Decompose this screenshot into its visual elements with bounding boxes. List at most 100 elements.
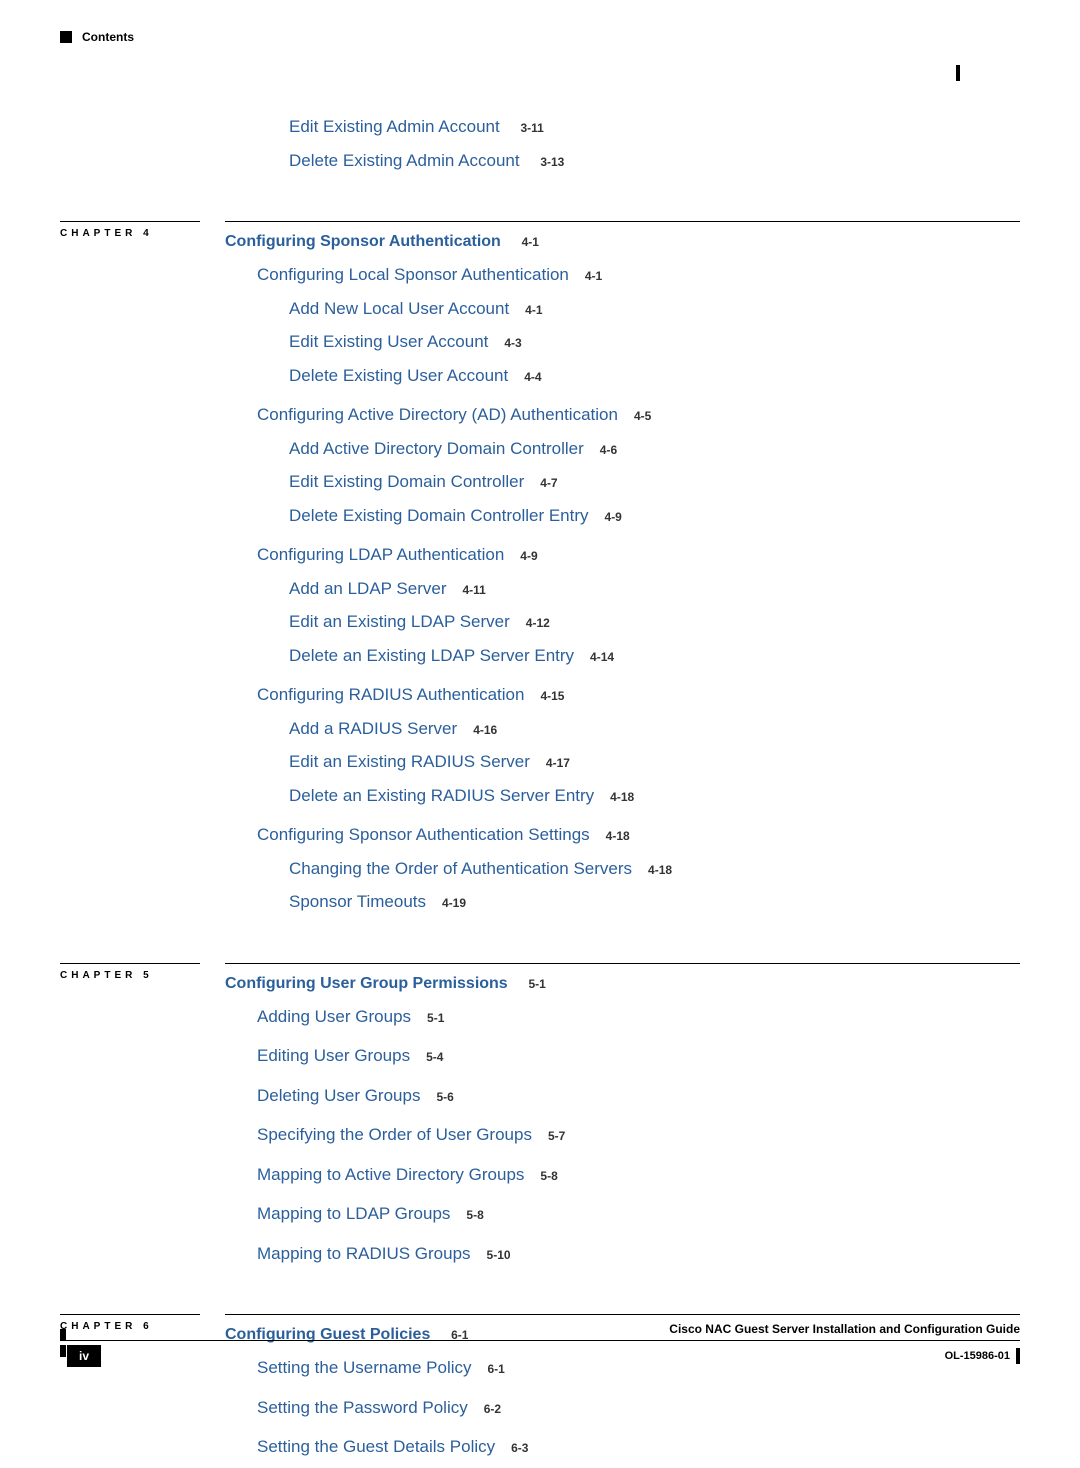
toc-entry: Add a RADIUS Server 4-16 bbox=[289, 716, 1020, 742]
toc-link[interactable]: Delete Existing Domain Controller Entry bbox=[289, 506, 589, 525]
toc-link[interactable]: Delete an Existing LDAP Server Entry bbox=[289, 646, 574, 665]
footer-title-row: Cisco NAC Guest Server Installation and … bbox=[60, 1320, 1020, 1341]
toc-page: 4-5 bbox=[634, 409, 651, 423]
toc-link[interactable]: Delete an Existing RADIUS Server Entry bbox=[289, 786, 594, 805]
footer-left-tick-icon bbox=[60, 1345, 66, 1357]
prelude-spacer bbox=[60, 114, 200, 181]
doc-id-group: OL-15986-01 bbox=[945, 1348, 1020, 1364]
toc-page: 4-9 bbox=[520, 549, 537, 563]
toc-page: 4-18 bbox=[610, 790, 634, 804]
toc-entry: Add New Local User Account 4-1 bbox=[289, 296, 1020, 322]
chapter-5-content: Configuring User Group Permissions 5-1 A… bbox=[225, 963, 1020, 1275]
toc-page: 4-11 bbox=[463, 583, 486, 597]
toc-page: 4-12 bbox=[526, 616, 550, 630]
toc-link[interactable]: Edit an Existing RADIUS Server bbox=[289, 752, 530, 771]
toc-link[interactable]: Adding User Groups bbox=[257, 1007, 411, 1026]
header-square-icon bbox=[60, 31, 72, 43]
toc-entry: Mapping to Active Directory Groups 5-8 bbox=[257, 1162, 1020, 1188]
toc-page: 4-18 bbox=[606, 829, 630, 843]
header-label: Contents bbox=[82, 30, 134, 44]
toc-link[interactable]: Delete Existing Admin Account bbox=[289, 151, 520, 170]
chapter-title-entry: Configuring User Group Permissions 5-1 bbox=[225, 970, 1020, 996]
toc-link[interactable]: Delete Existing User Account bbox=[289, 366, 508, 385]
toc-page: 4-3 bbox=[504, 336, 521, 350]
chapter-title-page: 4-1 bbox=[522, 235, 539, 249]
toc-link[interactable]: Add Active Directory Domain Controller bbox=[289, 439, 584, 458]
toc-entry: Delete an Existing RADIUS Server Entry 4-… bbox=[289, 783, 1020, 809]
toc-link[interactable]: Configuring Active Directory (AD) Authen… bbox=[257, 405, 618, 424]
toc-link[interactable]: Edit an Existing LDAP Server bbox=[289, 612, 510, 631]
toc-link[interactable]: Configuring RADIUS Authentication bbox=[257, 685, 524, 704]
toc-link[interactable]: Add an LDAP Server bbox=[289, 579, 447, 598]
toc-link[interactable]: Mapping to Active Directory Groups bbox=[257, 1165, 524, 1184]
toc-link[interactable]: Sponsor Timeouts bbox=[289, 892, 426, 911]
toc-link[interactable]: Edit Existing Admin Account bbox=[289, 117, 500, 136]
toc-page: 3-13 bbox=[540, 155, 564, 169]
toc-link[interactable]: Add a RADIUS Server bbox=[289, 719, 457, 738]
footer: Cisco NAC Guest Server Installation and … bbox=[60, 1320, 1020, 1367]
toc-link[interactable]: Configuring Sponsor Authentication Setti… bbox=[257, 825, 590, 844]
toc-entry: Configuring Local Sponsor Authentication… bbox=[257, 262, 1020, 288]
toc-link[interactable]: Specifying the Order of User Groups bbox=[257, 1125, 532, 1144]
toc-entry: Edit an Existing LDAP Server 4-12 bbox=[289, 609, 1020, 635]
toc-link[interactable]: Configuring LDAP Authentication bbox=[257, 545, 504, 564]
toc-page: 4-17 bbox=[546, 756, 570, 770]
chapter-4-content: Configuring Sponsor Authentication 4-1 C… bbox=[225, 221, 1020, 923]
toc-entry: Adding User Groups5-1 bbox=[257, 1004, 1020, 1030]
toc-entry: Configuring RADIUS Authentication4-15 bbox=[257, 682, 1020, 708]
page-number-badge: iv bbox=[60, 1345, 101, 1367]
toc-entry: Configuring LDAP Authentication 4-9 bbox=[257, 542, 1020, 568]
toc-entry: Delete an Existing LDAP Server Entry 4-14 bbox=[289, 643, 1020, 669]
toc-page: 5-6 bbox=[436, 1090, 453, 1104]
chapter-5-label: CHAPTER 5 bbox=[60, 963, 200, 1275]
footer-title: Cisco NAC Guest Server Installation and … bbox=[669, 1322, 1020, 1336]
toc-page: 4-14 bbox=[590, 650, 614, 664]
toc-entry: Add an LDAP Server 4-11 bbox=[289, 576, 1020, 602]
chapter-5-block: CHAPTER 5 Configuring User Group Permiss… bbox=[60, 963, 1020, 1275]
toc-entry: Edit Existing Admin Account 3-11 bbox=[289, 114, 1020, 140]
chapter-title-page: 5-1 bbox=[528, 977, 545, 991]
footer-bottom: iv OL-15986-01 bbox=[60, 1345, 1020, 1367]
toc-entry: Setting the Password Policy 6-2 bbox=[257, 1395, 1020, 1421]
footer-title-tick-icon bbox=[60, 1329, 66, 1341]
toc-entry: Edit Existing Domain Controller4-7 bbox=[289, 469, 1020, 495]
header-bar: Contents bbox=[60, 30, 1020, 44]
toc-link[interactable]: Changing the Order of Authentication Ser… bbox=[289, 859, 632, 878]
doc-id: OL-15986-01 bbox=[945, 1350, 1010, 1362]
toc-page: 4-16 bbox=[473, 723, 497, 737]
toc-entry: Configuring Sponsor Authentication Setti… bbox=[257, 822, 1020, 848]
toc-page: 5-7 bbox=[548, 1129, 565, 1143]
toc-link[interactable]: Setting the Guest Details Policy bbox=[257, 1437, 495, 1456]
toc-link[interactable]: Deleting User Groups bbox=[257, 1086, 420, 1105]
toc-entry: Changing the Order of Authentication Ser… bbox=[289, 856, 1020, 882]
toc-link[interactable]: Configuring Local Sponsor Authentication bbox=[257, 265, 569, 284]
toc-page: 4-9 bbox=[605, 510, 622, 524]
toc-link[interactable]: Edit Existing User Account bbox=[289, 332, 488, 351]
toc-entry: Setting the Guest Details Policy 6-3 bbox=[257, 1434, 1020, 1460]
toc-entry: Configuring Active Directory (AD) Authen… bbox=[257, 402, 1020, 428]
toc-link[interactable]: Editing User Groups bbox=[257, 1046, 410, 1065]
toc-link[interactable]: Edit Existing Domain Controller bbox=[289, 472, 524, 491]
toc-entry: Mapping to RADIUS Groups 5-10 bbox=[257, 1241, 1020, 1267]
toc-page: 6-3 bbox=[511, 1441, 528, 1455]
toc-link[interactable]: Setting the Password Policy bbox=[257, 1398, 468, 1417]
toc-link[interactable]: Mapping to RADIUS Groups bbox=[257, 1244, 471, 1263]
toc-page: 5-10 bbox=[487, 1248, 511, 1262]
toc-link[interactable]: Mapping to LDAP Groups bbox=[257, 1204, 450, 1223]
footer-right-tick-icon bbox=[1016, 1348, 1020, 1364]
chapter-title-link[interactable]: Configuring User Group Permissions bbox=[225, 975, 508, 992]
toc-page: 4-6 bbox=[600, 443, 617, 457]
toc-page: 4-18 bbox=[648, 863, 672, 877]
toc-entry: Delete Existing Admin Account 3-13 bbox=[289, 148, 1020, 174]
page-container: Contents Edit Existing Admin Account 3-1… bbox=[60, 30, 1020, 1367]
toc-content: Edit Existing Admin Account 3-11 Delete … bbox=[60, 114, 1020, 1468]
toc-page: 6-2 bbox=[484, 1402, 501, 1416]
toc-page: 4-1 bbox=[525, 303, 542, 317]
toc-entry: Mapping to LDAP Groups5-8 bbox=[257, 1201, 1020, 1227]
chapter-title-link[interactable]: Configuring Sponsor Authentication bbox=[225, 233, 501, 250]
toc-page: 4-4 bbox=[524, 370, 541, 384]
toc-entry: Add Active Directory Domain Controller 4-… bbox=[289, 436, 1020, 462]
toc-entry: Edit Existing User Account 4-3 bbox=[289, 329, 1020, 355]
toc-page: 5-8 bbox=[540, 1169, 557, 1183]
toc-link[interactable]: Add New Local User Account bbox=[289, 299, 509, 318]
